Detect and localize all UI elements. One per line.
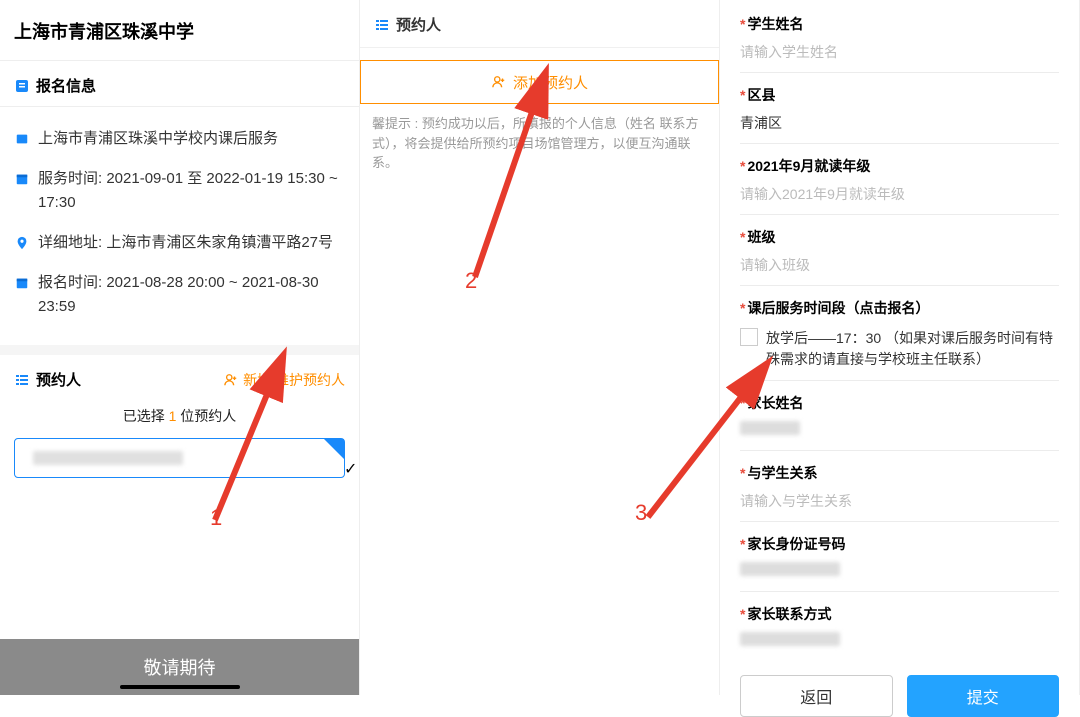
timeslot-option-text: 放学后——17：30 （如果对课后服务时间有特殊需求的请直接与学校班主任联系）	[766, 328, 1059, 370]
redacted-name	[33, 451, 183, 465]
info-school-text: 上海市青浦区珠溪中学校内课后服务	[38, 127, 278, 151]
info-signup-time: 报名时间: 2021-08-28 20:00 ~ 2021-08-30 23:5…	[14, 263, 345, 327]
section-signup-header: 报名信息	[0, 61, 359, 107]
selected-person-card[interactable]: ✓	[14, 438, 345, 478]
info-icon	[14, 78, 30, 94]
label-class: 班级	[747, 229, 775, 245]
annotation-step-2: 2	[465, 268, 477, 294]
field-class[interactable]: *班级 请输入班级	[740, 215, 1059, 286]
page-title: 上海市青浦区珠溪中学	[0, 0, 359, 61]
field-district[interactable]: *区县 青浦区	[740, 73, 1059, 144]
redacted-parent-id	[740, 562, 840, 576]
label-relation: 与学生关系	[747, 465, 817, 481]
info-service-time: 服务时间: 2021-09-01 至 2022-01-19 15:30 ~ 17…	[14, 159, 345, 223]
calendar-icon	[14, 275, 30, 291]
reservation-bar: 预约人 新增/维护预约人	[0, 355, 359, 400]
reservation-header-label: 预约人	[396, 14, 441, 35]
calendar-icon	[14, 171, 30, 187]
info-signup-time-text: 报名时间: 2021-08-28 20:00 ~ 2021-08-30 23:5…	[38, 271, 345, 319]
home-indicator	[120, 685, 240, 689]
info-school: 上海市青浦区珠溪中学校内课后服务	[14, 119, 345, 159]
placeholder-student-name: 请输入学生姓名	[740, 42, 1059, 62]
label-student-name: 学生姓名	[747, 16, 803, 32]
add-reservation-link[interactable]: 新增/维护预约人	[223, 370, 345, 390]
field-parent-id[interactable]: *家长身份证号码	[740, 522, 1059, 592]
reservation-label: 预约人	[36, 369, 81, 390]
field-grade[interactable]: *2021年9月就读年级 请输入2021年9月就读年级	[740, 144, 1059, 215]
tip-text: 馨提示 : 预约成功以后，所填报的个人信息（姓名 联系方式），将会提供给所预约项…	[360, 104, 719, 183]
back-button-label: 返回	[800, 684, 832, 708]
selected-count-text: 已选择 1 位预约人	[0, 400, 359, 432]
label-parent-name: 家长姓名	[747, 395, 803, 411]
field-parent-name[interactable]: *家长姓名	[740, 381, 1059, 451]
info-list: 上海市青浦区珠溪中学校内课后服务 服务时间: 2021-09-01 至 2022…	[0, 107, 359, 355]
redacted-parent-contact	[740, 632, 840, 646]
redacted-parent-name	[740, 421, 800, 435]
label-parent-id: 家长身份证号码	[747, 536, 845, 552]
bottom-waiting-label: 敬请期待	[144, 654, 216, 680]
person-add-icon	[223, 372, 239, 388]
label-parent-contact: 家长联系方式	[747, 606, 831, 622]
label-timeslot: 课后服务时间段（点击报名）	[747, 300, 929, 316]
check-icon: ✓	[334, 439, 342, 450]
field-student-name[interactable]: *学生姓名 请输入学生姓名	[740, 2, 1059, 73]
list-icon	[14, 372, 30, 388]
annotation-step-1: 1	[210, 505, 222, 531]
info-address-text: 详细地址: 上海市青浦区朱家角镇漕平路27号	[38, 231, 333, 255]
timeslot-checkbox[interactable]	[740, 328, 758, 346]
screen-form: *学生姓名 请输入学生姓名 *区县 青浦区 *2021年9月就读年级 请输入20…	[720, 0, 1080, 695]
field-parent-contact[interactable]: *家长联系方式	[740, 592, 1059, 661]
person-add-icon	[491, 74, 507, 90]
submit-button[interactable]: 提交	[907, 675, 1060, 717]
submit-button-label: 提交	[967, 684, 999, 708]
add-person-button[interactable]: 添加预约人	[360, 60, 719, 104]
placeholder-grade: 请输入2021年9月就读年级	[740, 184, 1059, 204]
value-district: 青浦区	[740, 113, 1059, 133]
placeholder-class: 请输入班级	[740, 255, 1059, 275]
add-reservation-label: 新增/维护预约人	[243, 370, 345, 390]
placeholder-relation: 请输入与学生关系	[740, 491, 1059, 511]
screen-add-person: 预约人 添加预约人 馨提示 : 预约成功以后，所填报的个人信息（姓名 联系方式）…	[360, 0, 720, 695]
school-icon	[14, 131, 30, 147]
label-grade: 2021年9月就读年级	[747, 158, 870, 174]
annotation-step-3: 3	[635, 500, 647, 526]
add-person-label: 添加预约人	[513, 72, 588, 93]
section-signup-label: 报名信息	[36, 75, 96, 96]
screen-registration-info: 上海市青浦区珠溪中学 报名信息 上海市青浦区珠溪中学校内课后服务 服务时间: 2…	[0, 0, 360, 695]
field-timeslot: *课后服务时间段（点击报名） 放学后——17：30 （如果对课后服务时间有特殊需…	[740, 286, 1059, 381]
info-address: 详细地址: 上海市青浦区朱家角镇漕平路27号	[14, 223, 345, 263]
reservation-header: 预约人	[360, 0, 719, 48]
field-relation[interactable]: *与学生关系 请输入与学生关系	[740, 451, 1059, 522]
label-district: 区县	[747, 87, 775, 103]
list-icon	[374, 17, 390, 33]
pin-icon	[14, 235, 30, 251]
back-button[interactable]: 返回	[740, 675, 893, 717]
info-service-time-text: 服务时间: 2021-09-01 至 2022-01-19 15:30 ~ 17…	[38, 167, 345, 215]
